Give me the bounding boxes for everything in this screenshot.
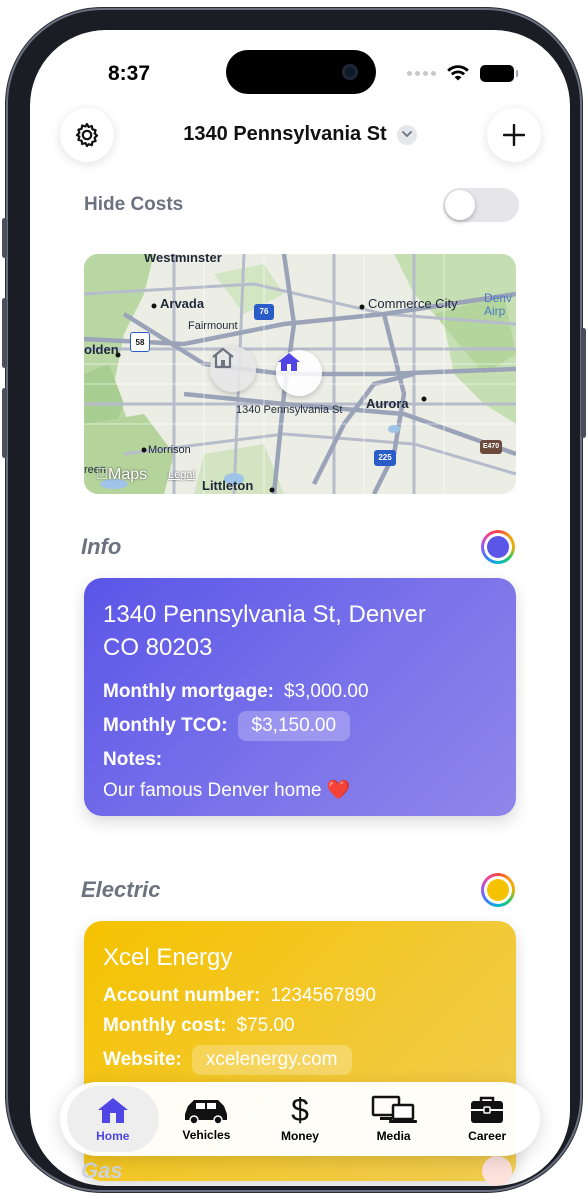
highway-shield: 76 <box>254 304 274 320</box>
highway-shield: 58 <box>130 332 150 352</box>
dynamic-island <box>226 50 376 94</box>
section-title-info: Info <box>81 534 122 559</box>
map-place-label: Commerce City <box>368 296 458 311</box>
website-label: Website: <box>103 1049 182 1070</box>
hide-costs-toggle[interactable] <box>443 188 519 222</box>
tab-money[interactable]: $ Money <box>254 1086 346 1152</box>
map-pin-label: 1340 Pennsylvania St <box>236 404 343 416</box>
notes-value: Our famous Denver home ❤️ <box>103 780 351 801</box>
cost-label: Monthly cost: <box>103 1015 227 1036</box>
wifi-icon <box>447 65 469 81</box>
account-label: Account number: <box>103 985 261 1006</box>
tab-label: Career <box>468 1129 507 1143</box>
volume-down-button <box>2 388 7 458</box>
add-button[interactable] <box>487 108 541 162</box>
info-color-picker[interactable] <box>481 530 515 564</box>
tab-career[interactable]: Career <box>441 1086 533 1152</box>
volume-up-button <box>2 298 7 368</box>
tab-vehicles[interactable]: Vehicles <box>160 1086 252 1152</box>
tab-label: Money <box>280 1129 319 1143</box>
page-title: 1340 Pennsylvania St <box>183 123 387 145</box>
dollar-icon: $ <box>291 1092 309 1128</box>
tab-bar: Home Vehicles $ Money Media Career <box>60 1082 540 1156</box>
address-line-2: CO 80203 <box>103 634 213 661</box>
status-icons <box>407 64 518 82</box>
map-place-label: Fairmount <box>188 320 238 332</box>
camera-icon <box>342 64 358 80</box>
chevron-down-icon <box>396 124 417 145</box>
highway-shield: E470 <box>480 440 502 454</box>
devices-icon <box>371 1095 417 1123</box>
section-title-electric: Electric <box>81 877 161 902</box>
electric-color-picker[interactable] <box>481 873 515 907</box>
legal-link[interactable]: Legal <box>168 469 195 481</box>
tab-media[interactable]: Media <box>348 1086 440 1152</box>
website-link[interactable]: xcelenergy.com <box>191 1045 352 1075</box>
highway-shield: 225 <box>374 450 396 466</box>
hide-costs-label: Hide Costs <box>84 194 184 215</box>
tco-label: Monthly TCO: <box>103 715 228 736</box>
gas-color-picker[interactable] <box>482 1156 512 1186</box>
map-place-label: Morrison <box>148 444 191 456</box>
house-icon <box>212 347 234 369</box>
address-line-1: 1340 Pennsylvania St, Denver <box>103 601 426 628</box>
mortgage-value: $3,000.00 <box>284 681 369 702</box>
toggle-knob <box>445 190 475 220</box>
house-icon <box>278 353 300 371</box>
status-time: 8:37 <box>108 62 151 85</box>
map-pin-selected-home[interactable] <box>276 350 322 396</box>
briefcase-icon <box>471 1096 504 1123</box>
cost-value: $75.00 <box>236 1015 295 1036</box>
action-button <box>2 218 7 258</box>
tab-home[interactable]: Home <box>66 1086 159 1152</box>
phone-frame: 8:37 1340 Pennsylvania St Hide Costs Wes… <box>2 8 586 1192</box>
map-pin-other-home[interactable] <box>210 346 256 392</box>
screen: 8:37 1340 Pennsylvania St Hide Costs Wes… <box>30 30 570 1186</box>
map-place-label: Denv Airp <box>484 291 513 318</box>
map-place-label: Aurora <box>366 396 409 411</box>
info-card[interactable]: 1340 Pennsylvania St, Denver CO 80203 Mo… <box>84 578 516 816</box>
power-button <box>581 328 586 438</box>
plus-icon <box>503 124 525 146</box>
electric-provider: Xcel Energy <box>103 944 233 971</box>
map-place-label: Littleton <box>202 478 254 493</box>
tco-value: $3,150.00 <box>237 711 351 741</box>
tab-label: Vehicles <box>182 1128 231 1142</box>
tab-label: Home <box>96 1129 130 1143</box>
account-value: 1234567890 <box>270 985 376 1006</box>
notes-label: Notes: <box>103 749 163 770</box>
map-place-label: Westminster <box>144 254 222 265</box>
map-view[interactable]: Westminster Arvada Fairmount olden Comme… <box>84 254 516 494</box>
section-title-gas: Gas <box>81 1158 123 1183</box>
mortgage-label: Monthly mortgage: <box>103 681 274 702</box>
car-icon <box>185 1100 228 1124</box>
cellular-signal-icon <box>407 70 436 76</box>
maps-attribution: Maps <box>96 466 147 483</box>
map-place-label: olden <box>84 342 119 357</box>
battery-icon <box>480 64 518 82</box>
house-icon <box>97 1098 128 1123</box>
info-color-dot <box>487 536 509 558</box>
tab-label: Media <box>376 1129 411 1143</box>
map-place-label: Arvada <box>160 296 205 311</box>
electric-color-dot <box>487 879 509 901</box>
